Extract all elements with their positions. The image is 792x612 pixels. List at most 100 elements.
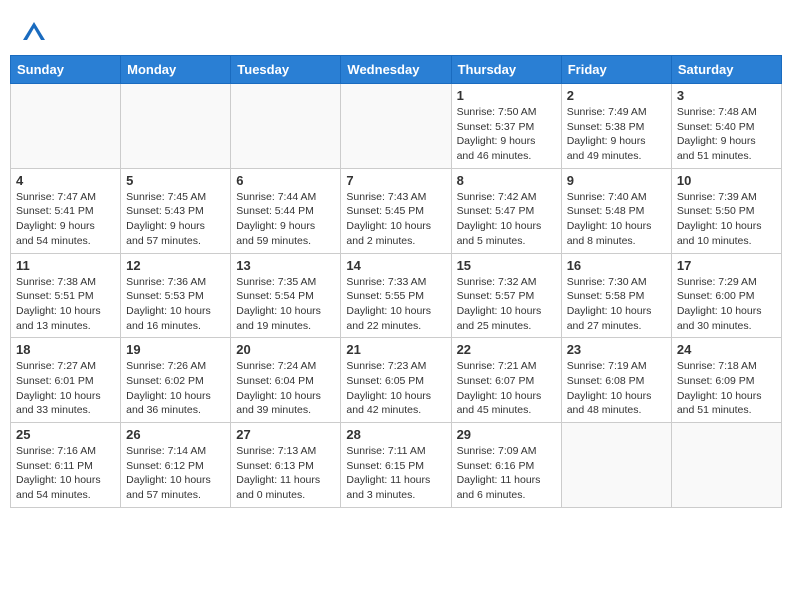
day-info: Sunrise: 7:18 AM Sunset: 6:09 PM Dayligh…	[677, 359, 776, 418]
calendar-cell: 14 Sunrise: 7:33 AM Sunset: 5:55 PM Dayli…	[341, 253, 451, 338]
day-number: 16	[567, 258, 666, 273]
calendar-cell: 5 Sunrise: 7:45 AM Sunset: 5:43 PM Daylig…	[121, 168, 231, 253]
day-number: 10	[677, 173, 776, 188]
calendar-cell: 15 Sunrise: 7:32 AM Sunset: 5:57 PM Dayli…	[451, 253, 561, 338]
calendar-week-row: 4 Sunrise: 7:47 AM Sunset: 5:41 PM Daylig…	[11, 168, 782, 253]
day-number: 19	[126, 342, 225, 357]
logo	[20, 20, 45, 45]
calendar-cell: 4 Sunrise: 7:47 AM Sunset: 5:41 PM Daylig…	[11, 168, 121, 253]
day-info: Sunrise: 7:21 AM Sunset: 6:07 PM Dayligh…	[457, 359, 556, 418]
day-info: Sunrise: 7:27 AM Sunset: 6:01 PM Dayligh…	[16, 359, 115, 418]
calendar-cell	[341, 84, 451, 169]
calendar-week-row: 18 Sunrise: 7:27 AM Sunset: 6:01 PM Dayli…	[11, 338, 782, 423]
calendar-cell: 11 Sunrise: 7:38 AM Sunset: 5:51 PM Dayli…	[11, 253, 121, 338]
calendar-week-row: 11 Sunrise: 7:38 AM Sunset: 5:51 PM Dayli…	[11, 253, 782, 338]
calendar-cell: 21Sunrise: 7:23 AM Sunset: 6:05 PM Dayli…	[341, 338, 451, 423]
day-number: 9	[567, 173, 666, 188]
day-info: Sunrise: 7:39 AM Sunset: 5:50 PM Dayligh…	[677, 190, 776, 249]
calendar-cell	[561, 423, 671, 508]
day-number: 28	[346, 427, 445, 442]
calendar-cell	[121, 84, 231, 169]
calendar-cell: 24 Sunrise: 7:18 AM Sunset: 6:09 PM Dayli…	[671, 338, 781, 423]
day-number: 23	[567, 342, 666, 357]
calendar-cell: 20 Sunrise: 7:24 AM Sunset: 6:04 PM Dayli…	[231, 338, 341, 423]
day-info: Sunrise: 7:45 AM Sunset: 5:43 PM Dayligh…	[126, 190, 225, 249]
calendar-cell: 25 Sunrise: 7:16 AM Sunset: 6:11 PM Dayli…	[11, 423, 121, 508]
calendar-cell: 8 Sunrise: 7:42 AM Sunset: 5:47 PM Daylig…	[451, 168, 561, 253]
day-info: Sunrise: 7:44 AM Sunset: 5:44 PM Dayligh…	[236, 190, 335, 249]
day-number: 8	[457, 173, 556, 188]
day-info: Sunrise: 7:33 AM Sunset: 5:55 PM Dayligh…	[346, 275, 445, 334]
day-info: Sunrise: 7:14 AM Sunset: 6:12 PM Dayligh…	[126, 444, 225, 503]
day-info: Sunrise: 7:47 AM Sunset: 5:41 PM Dayligh…	[16, 190, 115, 249]
calendar-cell: 26 Sunrise: 7:14 AM Sunset: 6:12 PM Dayli…	[121, 423, 231, 508]
weekday-header-thursday: Thursday	[451, 56, 561, 84]
calendar-cell	[671, 423, 781, 508]
day-number: 17	[677, 258, 776, 273]
day-info: Sunrise: 7:30 AM Sunset: 5:58 PM Dayligh…	[567, 275, 666, 334]
calendar-cell: 22 Sunrise: 7:21 AM Sunset: 6:07 PM Dayli…	[451, 338, 561, 423]
calendar-cell: 18 Sunrise: 7:27 AM Sunset: 6:01 PM Dayli…	[11, 338, 121, 423]
day-info: Sunrise: 7:38 AM Sunset: 5:51 PM Dayligh…	[16, 275, 115, 334]
day-number: 11	[16, 258, 115, 273]
day-number: 12	[126, 258, 225, 273]
day-info: Sunrise: 7:48 AM Sunset: 5:40 PM Dayligh…	[677, 105, 776, 164]
day-info: Sunrise: 7:11 AM Sunset: 6:15 PM Dayligh…	[346, 444, 445, 503]
day-info: Sunrise: 7:24 AM Sunset: 6:04 PM Dayligh…	[236, 359, 335, 418]
day-number: 21	[346, 342, 445, 357]
calendar-cell: 12Sunrise: 7:36 AM Sunset: 5:53 PM Dayli…	[121, 253, 231, 338]
calendar-cell: 29Sunrise: 7:09 AM Sunset: 6:16 PM Dayli…	[451, 423, 561, 508]
day-number: 6	[236, 173, 335, 188]
day-info: Sunrise: 7:09 AM Sunset: 6:16 PM Dayligh…	[457, 444, 556, 503]
calendar-cell: 13 Sunrise: 7:35 AM Sunset: 5:54 PM Dayli…	[231, 253, 341, 338]
day-info: Sunrise: 7:42 AM Sunset: 5:47 PM Dayligh…	[457, 190, 556, 249]
day-info: Sunrise: 7:50 AM Sunset: 5:37 PM Dayligh…	[457, 105, 556, 164]
day-info: Sunrise: 7:19 AM Sunset: 6:08 PM Dayligh…	[567, 359, 666, 418]
weekday-header-friday: Friday	[561, 56, 671, 84]
day-number: 2	[567, 88, 666, 103]
calendar-cell: 6 Sunrise: 7:44 AM Sunset: 5:44 PM Daylig…	[231, 168, 341, 253]
weekday-header-sunday: Sunday	[11, 56, 121, 84]
weekday-header-row: SundayMondayTuesdayWednesdayThursdayFrid…	[11, 56, 782, 84]
calendar-cell: 27 Sunrise: 7:13 AM Sunset: 6:13 PM Dayli…	[231, 423, 341, 508]
day-info: Sunrise: 7:13 AM Sunset: 6:13 PM Dayligh…	[236, 444, 335, 503]
day-number: 26	[126, 427, 225, 442]
calendar-cell: 16 Sunrise: 7:30 AM Sunset: 5:58 PM Dayli…	[561, 253, 671, 338]
day-number: 22	[457, 342, 556, 357]
day-info: Sunrise: 7:16 AM Sunset: 6:11 PM Dayligh…	[16, 444, 115, 503]
day-number: 7	[346, 173, 445, 188]
day-number: 18	[16, 342, 115, 357]
calendar-cell: 7 Sunrise: 7:43 AM Sunset: 5:45 PM Daylig…	[341, 168, 451, 253]
day-info: Sunrise: 7:35 AM Sunset: 5:54 PM Dayligh…	[236, 275, 335, 334]
calendar-cell: 2 Sunrise: 7:49 AM Sunset: 5:38 PM Daylig…	[561, 84, 671, 169]
calendar-table: SundayMondayTuesdayWednesdayThursdayFrid…	[10, 55, 782, 508]
day-number: 13	[236, 258, 335, 273]
day-info: Sunrise: 7:29 AM Sunset: 6:00 PM Dayligh…	[677, 275, 776, 334]
day-info: Sunrise: 7:26 AM Sunset: 6:02 PM Dayligh…	[126, 359, 225, 418]
calendar-cell: 9 Sunrise: 7:40 AM Sunset: 5:48 PM Daylig…	[561, 168, 671, 253]
day-number: 27	[236, 427, 335, 442]
day-number: 4	[16, 173, 115, 188]
day-number: 25	[16, 427, 115, 442]
calendar-cell: 17 Sunrise: 7:29 AM Sunset: 6:00 PM Dayli…	[671, 253, 781, 338]
day-number: 3	[677, 88, 776, 103]
page-header	[10, 10, 782, 50]
day-info: Sunrise: 7:43 AM Sunset: 5:45 PM Dayligh…	[346, 190, 445, 249]
logo-icon	[23, 22, 45, 45]
day-number: 20	[236, 342, 335, 357]
day-number: 5	[126, 173, 225, 188]
calendar-cell	[231, 84, 341, 169]
calendar-week-row: 25 Sunrise: 7:16 AM Sunset: 6:11 PM Dayli…	[11, 423, 782, 508]
day-info: Sunrise: 7:49 AM Sunset: 5:38 PM Dayligh…	[567, 105, 666, 164]
weekday-header-wednesday: Wednesday	[341, 56, 451, 84]
day-info: Sunrise: 7:32 AM Sunset: 5:57 PM Dayligh…	[457, 275, 556, 334]
day-number: 14	[346, 258, 445, 273]
calendar-cell	[11, 84, 121, 169]
weekday-header-tuesday: Tuesday	[231, 56, 341, 84]
day-info: Sunrise: 7:40 AM Sunset: 5:48 PM Dayligh…	[567, 190, 666, 249]
calendar-cell: 1 Sunrise: 7:50 AM Sunset: 5:37 PM Daylig…	[451, 84, 561, 169]
day-number: 24	[677, 342, 776, 357]
day-number: 1	[457, 88, 556, 103]
day-number: 15	[457, 258, 556, 273]
calendar-cell: 28 Sunrise: 7:11 AM Sunset: 6:15 PM Dayli…	[341, 423, 451, 508]
